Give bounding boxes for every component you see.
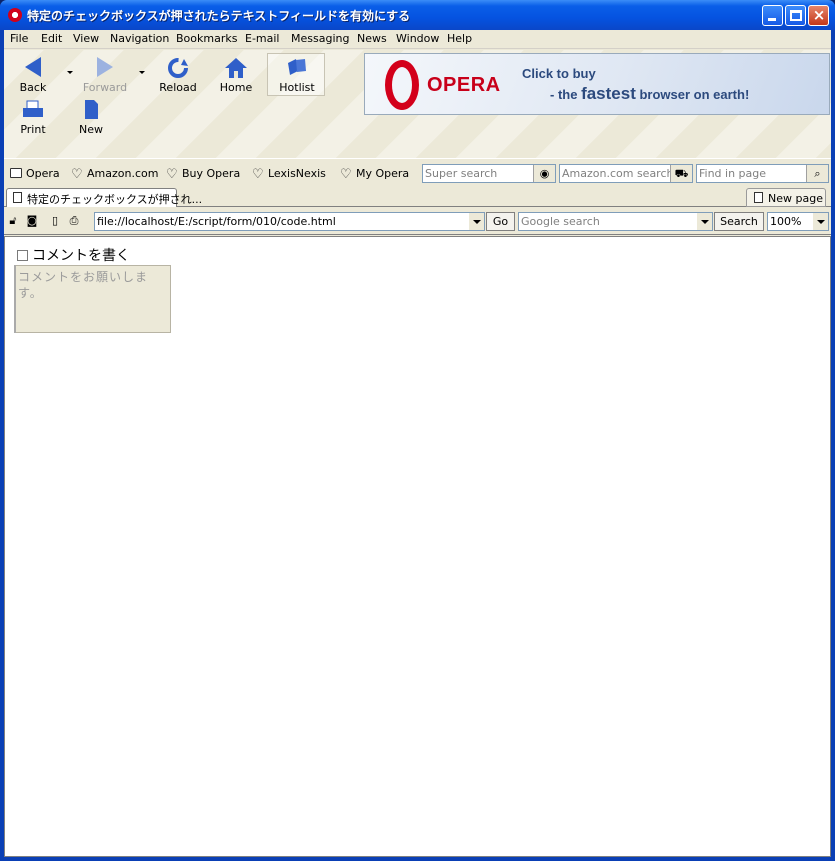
- heart-icon: ♡: [340, 167, 352, 182]
- personal-bar: Opera ♡ Amazon.com ♡ Buy Opera ♡ LexisNexis…: [4, 158, 831, 186]
- opera-app-icon: [8, 8, 22, 22]
- search-button[interactable]: Search: [714, 212, 764, 231]
- menu-messaging[interactable]: Messaging: [291, 32, 349, 45]
- tab-bar: 特定のチェックボックスが押され... New page: [4, 186, 831, 207]
- menu-email[interactable]: E-mail: [245, 32, 280, 45]
- window-title: 特定のチェックボックスが押されたらテキストフィールドを有効にする: [27, 9, 411, 23]
- security-lock-icon[interactable]: 🔓︎: [7, 215, 19, 227]
- heart-icon: ♡: [71, 167, 83, 182]
- minimize-button[interactable]: [762, 5, 783, 26]
- back-button[interactable]: Back: [6, 54, 60, 96]
- menu-navigation[interactable]: Navigation: [110, 32, 169, 45]
- zoom-select[interactable]: 100%: [767, 212, 829, 231]
- hotlist-button[interactable]: Hotlist: [267, 53, 325, 96]
- google-search-field[interactable]: Google search: [518, 212, 713, 231]
- menu-bookmarks[interactable]: Bookmarks: [176, 32, 237, 45]
- reload-icon: [166, 57, 190, 79]
- banner-line-1: Click to buy: [522, 66, 596, 81]
- banner-line-2: - the fastest browser on earth!: [550, 84, 750, 103]
- home-button[interactable]: Home: [209, 54, 263, 96]
- close-button[interactable]: ×: [808, 5, 829, 26]
- comment-textarea-placeholder: コメントをお願いします。: [18, 270, 149, 300]
- comment-checkbox-label[interactable]: コメントを書く: [32, 248, 130, 264]
- forward-arrow-icon: [93, 57, 117, 79]
- new-document-icon: [79, 99, 103, 121]
- camera-icon[interactable]: ◙: [26, 215, 38, 227]
- banner-logo-text: OPERA: [427, 74, 501, 96]
- address-bar: 🔓︎ ◙ ▯ ⎙ file://localhost/E:/script/form…: [4, 208, 831, 235]
- zoom-dropdown[interactable]: [813, 213, 828, 230]
- title-bar[interactable]: 特定のチェックボックスが押されたらテキストフィールドを有効にする ×: [0, 0, 835, 30]
- bookmark-my-opera[interactable]: ♡ My Opera: [340, 167, 409, 182]
- document-icon: [13, 192, 22, 203]
- maximize-icon: [790, 10, 802, 21]
- minimize-icon: [768, 18, 776, 21]
- menu-file[interactable]: File: [10, 32, 28, 45]
- bookmark-amazon[interactable]: ♡ Amazon.com: [71, 167, 158, 182]
- super-search-field[interactable]: Super search ◉: [422, 164, 556, 183]
- hotlist-icon: [285, 57, 309, 79]
- opera-logo-icon: [385, 60, 419, 110]
- page-content: コメントを書く コメントをお願いします。: [4, 236, 831, 857]
- cart-icon[interactable]: ⛟: [670, 165, 692, 182]
- amazon-search-field[interactable]: Amazon.com search ⛟: [559, 164, 693, 183]
- reload-button[interactable]: Reload: [151, 54, 205, 96]
- print-icon: [21, 99, 45, 121]
- go-button[interactable]: Go: [486, 212, 515, 231]
- magnifier-icon[interactable]: ⌕: [806, 165, 828, 182]
- comment-textarea[interactable]: コメントをお願いします。: [14, 265, 171, 333]
- new-page-button[interactable]: New: [64, 96, 118, 138]
- heart-icon: ♡: [166, 167, 178, 182]
- find-in-page-field[interactable]: Find in page ⌕: [696, 164, 829, 183]
- super-search-icon[interactable]: ◉: [533, 165, 555, 182]
- menu-bar: File Edit View Navigation Bookmarks E-ma…: [4, 30, 831, 49]
- menu-view[interactable]: View: [73, 32, 99, 45]
- bookmark-lexisnexis[interactable]: ♡ LexisNexis: [252, 167, 326, 182]
- home-icon: [224, 57, 248, 79]
- browser-client-area: File Edit View Navigation Bookmarks E-ma…: [4, 30, 831, 857]
- comment-checkbox-row: コメントを書く: [17, 245, 130, 265]
- close-icon: ×: [812, 6, 826, 24]
- menu-help[interactable]: Help: [447, 32, 472, 45]
- back-history-caret-icon[interactable]: [67, 71, 73, 74]
- main-toolbar: Back Forward Reload Home Hotlist Print N…: [4, 50, 831, 176]
- forward-history-caret-icon[interactable]: [139, 71, 145, 74]
- address-history-dropdown[interactable]: [469, 213, 484, 230]
- bookmark-buy-opera[interactable]: ♡ Buy Opera: [166, 167, 240, 182]
- bookmark-opera[interactable]: Opera: [10, 167, 60, 180]
- new-page-tab-button[interactable]: New page: [746, 188, 826, 207]
- print-button[interactable]: Print: [6, 96, 60, 138]
- tab-active-page[interactable]: 特定のチェックボックスが押され...: [6, 188, 202, 207]
- menu-news[interactable]: News: [357, 32, 387, 45]
- back-arrow-icon: [21, 57, 45, 79]
- heart-icon: ♡: [252, 167, 264, 182]
- browser-window: 特定のチェックボックスが押されたらテキストフィールドを有効にする × File …: [0, 0, 835, 861]
- search-engine-dropdown[interactable]: [697, 213, 712, 230]
- folder-icon: [10, 168, 22, 178]
- address-field[interactable]: file://localhost/E:/script/form/010/code…: [94, 212, 485, 231]
- menu-edit[interactable]: Edit: [41, 32, 62, 45]
- new-page-icon: [754, 192, 763, 203]
- forward-button[interactable]: Forward: [78, 54, 132, 96]
- comment-checkbox[interactable]: [17, 250, 28, 261]
- print-small-icon[interactable]: ⎙: [68, 215, 80, 227]
- maximize-button[interactable]: [785, 5, 806, 26]
- opera-ad-banner[interactable]: OPERA Click to buy - the fastest browser…: [364, 53, 830, 115]
- menu-window[interactable]: Window: [396, 32, 439, 45]
- page-info-icon[interactable]: ▯: [49, 215, 61, 227]
